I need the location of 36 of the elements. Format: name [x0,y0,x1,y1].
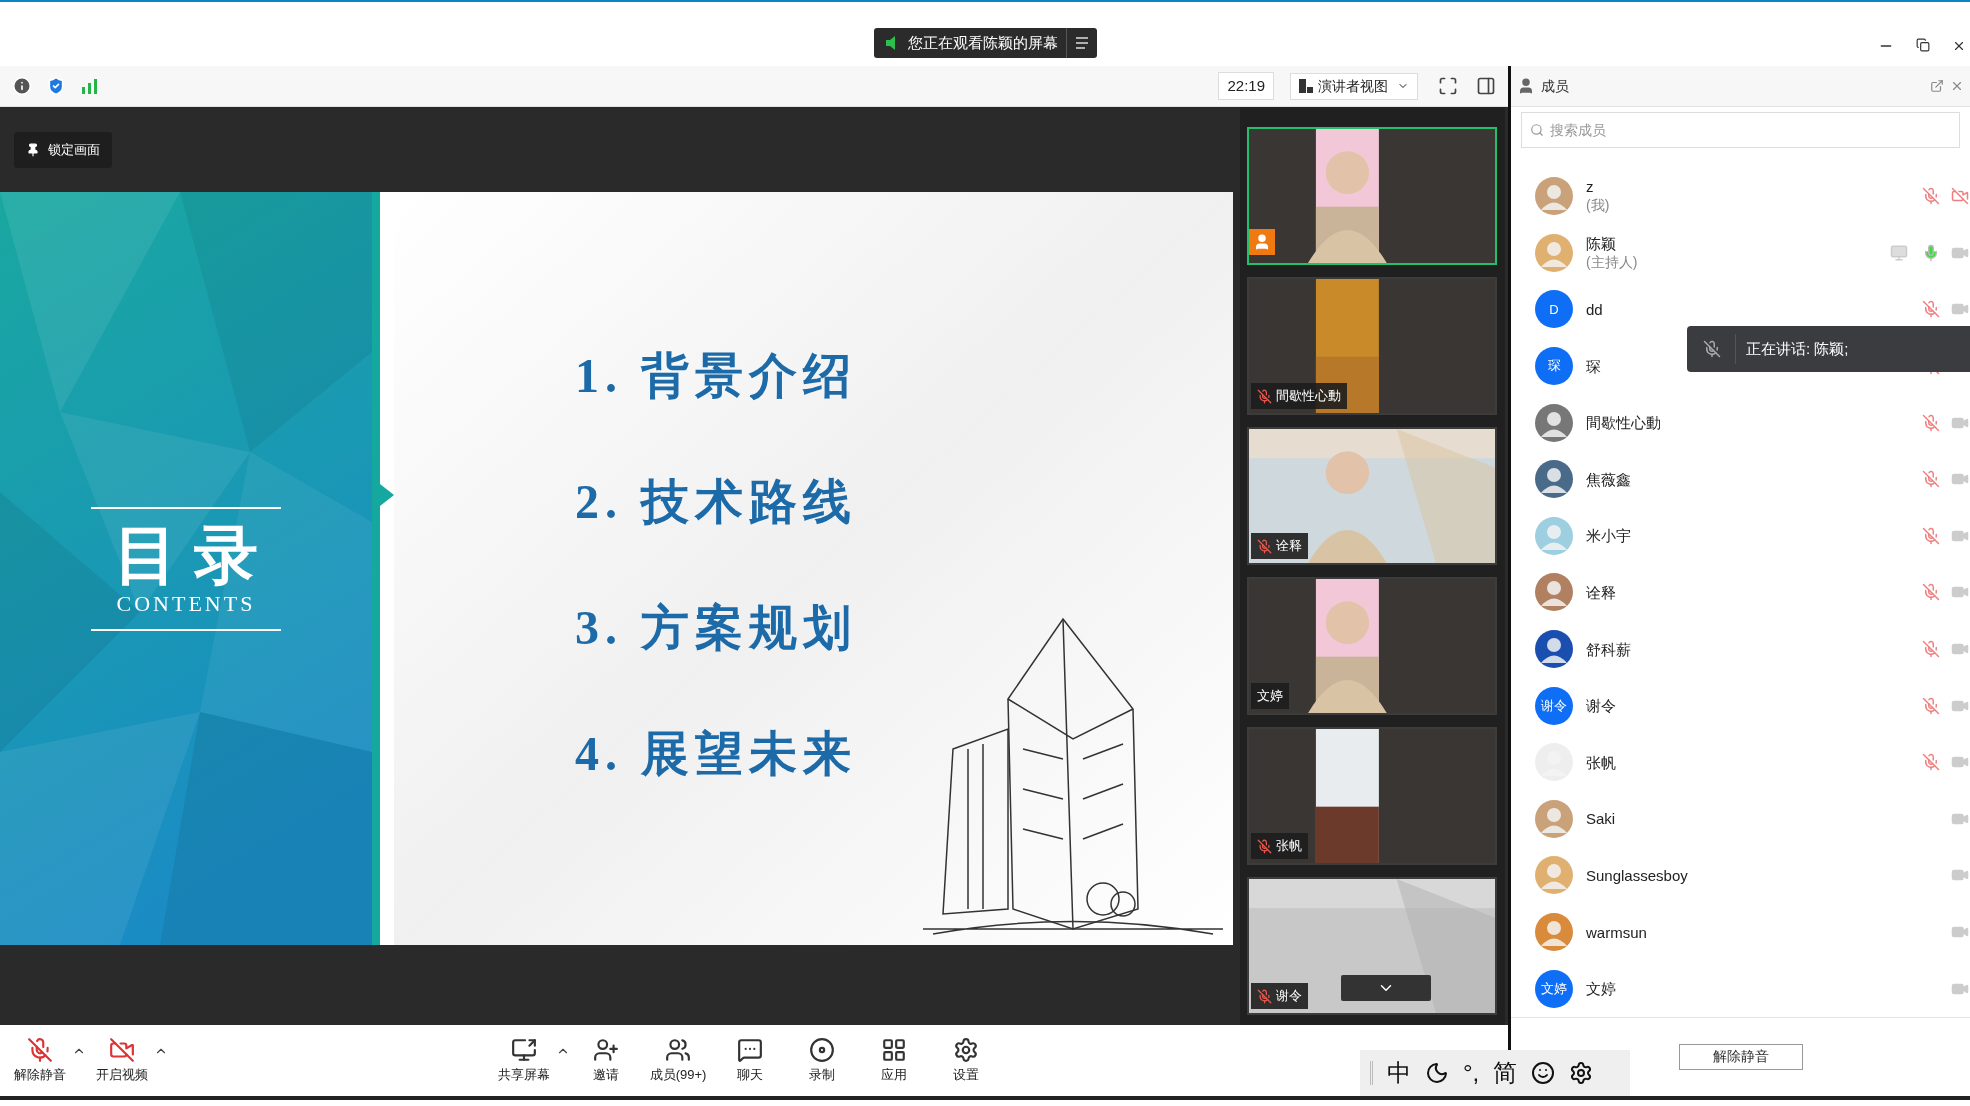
member-name: 間歇性心動 [1586,413,1661,433]
member-name: Sunglassesboy [1586,865,1688,885]
member-name: Saki [1586,809,1616,829]
agenda-item: 1. 背景介绍 [575,352,858,400]
avatar: 文婷 [1535,969,1573,1008]
avatar: D [1535,290,1573,329]
member-name: 焦薇鑫 [1586,469,1631,489]
member-role: (主持人) [1586,252,1638,272]
participant-name: 诠释 [1276,537,1302,556]
member-name: 米小宇 [1586,526,1631,546]
avatar: 琛 [1535,347,1573,386]
agenda-item: 2. 技术路线 [575,478,858,526]
participant-name: 张帆 [1276,837,1302,856]
member-name: 张帆 [1586,752,1616,772]
panel-title: 成员 [1541,76,1569,96]
participant-name: 文婷 [1257,687,1283,706]
participant-name: 谢令 [1276,987,1302,1006]
member-name: 琛 [1586,356,1601,376]
member-name: dd [1586,300,1603,319]
avatar: 谢令 [1535,686,1573,725]
meeting-timer: 22:19 [1218,71,1274,101]
speaking-text: 正在讲话: 陈颖; [1746,338,1849,359]
banner-text: 您正在观看陈颖的屏幕 [907,32,1058,53]
member-name: 诠释 [1586,582,1616,602]
member-name: 舒科薪 [1586,639,1631,659]
member-role: (我) [1586,196,1610,216]
member-name: 谢令 [1586,696,1616,716]
slide-heading: 目 录 [114,520,258,591]
slide-subheading: CONTENTS [116,590,256,617]
agenda-item: 4. 展望未来 [575,730,858,778]
member-name: z [1586,177,1595,197]
participant-name: 間歇性心動 [1276,387,1341,406]
member-name: warmsun [1586,922,1647,942]
member-name: 陈颖 [1586,233,1617,253]
member-name: 文婷 [1586,979,1616,999]
agenda-item: 3. 方案规划 [575,604,858,652]
